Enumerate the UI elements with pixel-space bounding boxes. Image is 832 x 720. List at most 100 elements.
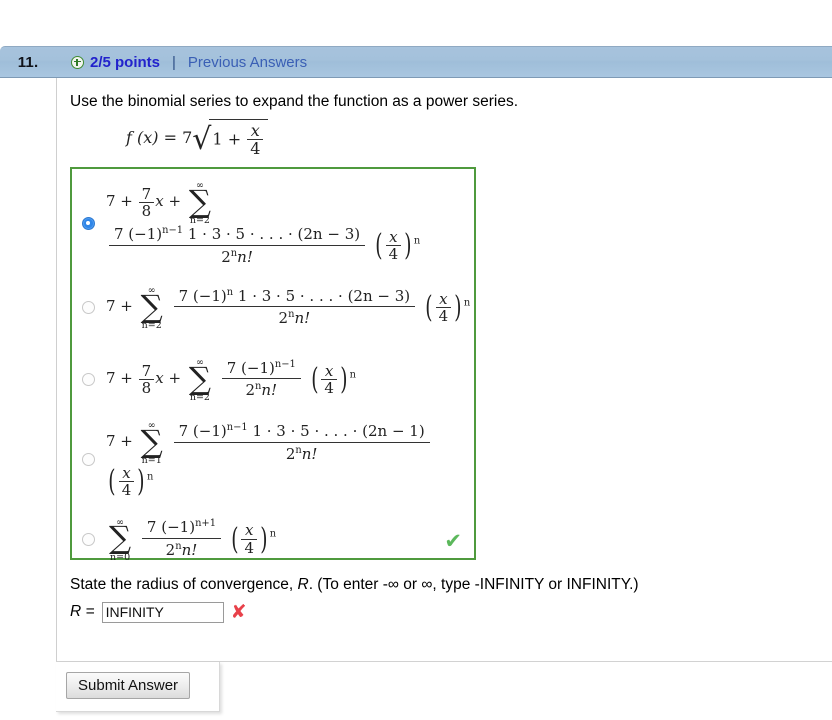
numerator-tail: 1 · 3 · 5 · . . . · (2n − 1)	[252, 421, 425, 440]
question-number: 11.	[17, 53, 39, 71]
left-paren: (	[425, 289, 433, 325]
summation-icon: ∞ ∑ n=2	[141, 286, 163, 330]
radius-instruction-part1: State the radius of convergence,	[70, 576, 298, 594]
tail-num: x	[245, 521, 254, 540]
choice-expression-1: 7 + 7 8 x + ∞ ∑ n=2 7 (−1)n−1 1 · 3 · 5 …	[104, 180, 474, 266]
radius-answer-row: R = ✘	[70, 601, 832, 623]
choice-row[interactable]: 7 + 7 8 x + ∞ ∑ n=2 7 (−1)n−1 2nn! (x 4…	[72, 343, 474, 415]
choice-tail-term: (x 4) n	[106, 465, 153, 499]
denominator-tail: n!	[294, 309, 311, 328]
lead-frac-den: 8	[138, 202, 155, 219]
right-paren: )	[260, 521, 268, 557]
page-top-spacer	[0, 0, 832, 46]
radio-button-choice-4[interactable]	[81, 452, 95, 466]
previous-answers-link[interactable]: Previous Answers	[188, 54, 307, 71]
tail-exponent: n	[349, 369, 356, 381]
radius-label: R =	[70, 602, 95, 620]
summation-icon: ∞ ∑ n=0	[109, 518, 131, 562]
choice-main-fraction: 7 (−1)n−1 1 · 3 · 5 · . . . · (2n − 3) 2…	[109, 224, 366, 267]
denominator-base: 2	[221, 247, 231, 266]
choice-expression-5: ∞ ∑ n=0 7 (−1)n+1 2nn! (x 4) n	[104, 517, 277, 562]
choice-row[interactable]: 7 + 7 8 x + ∞ ∑ n=2 7 (−1)n−1 1 · 3 · 5 …	[72, 175, 474, 271]
radio-button-choice-2[interactable]	[81, 300, 95, 314]
tail-den: 4	[241, 538, 258, 556]
numerator-base: 7 (−1)	[178, 421, 227, 440]
left-paren: (	[375, 228, 383, 264]
radio-button-choice-3[interactable]	[81, 372, 95, 386]
red-x-icon: ✘	[230, 600, 247, 623]
radicand-frac-denominator: 4	[247, 139, 264, 157]
lead-frac-num: 7	[141, 184, 152, 203]
question-prompt: Use the binomial series to expand the fu…	[70, 93, 519, 110]
numerator-base: 7 (−1)	[114, 224, 163, 243]
denominator-tail: n!	[301, 444, 318, 463]
left-paren: (	[230, 521, 239, 557]
green-checkmark-icon: ✔	[444, 529, 462, 554]
radio-button-choice-5[interactable]	[81, 532, 95, 546]
radio-button-choice-1[interactable]	[81, 216, 95, 230]
choice-main-fraction: 7 (−1)n−1 2nn!	[221, 359, 301, 401]
tail-fraction: x4	[241, 521, 258, 556]
points-label: 2/5 points	[90, 53, 161, 71]
choice-radio-cell[interactable]	[72, 216, 104, 230]
denominator-base: 2	[285, 444, 296, 463]
numerator-base: 7 (−1)	[178, 286, 227, 305]
question-content: Use the binomial series to expand the fu…	[57, 78, 832, 661]
tail-fraction: x4	[435, 290, 452, 324]
choice-row[interactable]: 7 + ∞ ∑ n=2 7 (−1)n 1 · 3 · 5 · . . . · …	[72, 271, 474, 343]
numerator-exponent: n−1	[226, 421, 248, 433]
radicand-frac-numerator: x	[250, 120, 260, 140]
radius-of-convergence-block: State the radius of convergence, R. (To …	[70, 574, 832, 623]
choice-row[interactable]: ∞ ∑ n=0 7 (−1)n+1 2nn! (x 4) n	[72, 503, 474, 575]
square-root-icon: √1 + x 4	[192, 118, 269, 157]
choice-radio-cell[interactable]	[72, 532, 104, 546]
lead-variable: x	[155, 369, 164, 388]
submit-answer-button[interactable]: Submit Answer	[66, 672, 191, 699]
fraction-denominator: 2nn!	[221, 378, 301, 400]
left-gutter	[0, 78, 57, 661]
fraction-denominator: 2nn!	[141, 538, 221, 560]
fraction-numerator: 7 (−1)n 1 · 3 · 5 · . . . · (2n − 3)	[174, 287, 416, 307]
choice-lead-fraction: 7 8	[138, 184, 155, 219]
numerator-exponent: n−1	[274, 358, 296, 370]
tail-den: 4	[118, 480, 135, 498]
sigma-lower-limit: n=2	[141, 320, 162, 332]
fraction-numerator: 7 (−1)n+1	[142, 518, 221, 538]
choice-radio-cell[interactable]	[72, 372, 104, 386]
numerator-base: 7 (−1)	[226, 358, 275, 377]
tail-num: x	[324, 361, 334, 380]
function-coefficient: 7	[182, 127, 193, 147]
choice-main-fraction: 7 (−1)n+1 2nn!	[141, 518, 221, 560]
choice-radio-cell[interactable]	[72, 452, 104, 466]
header-divider: |	[172, 53, 176, 71]
choice-plus: +	[168, 192, 182, 211]
sigma-lower-limit: n=0	[110, 551, 131, 563]
denominator-base: 2	[278, 309, 289, 328]
radicand-fraction: x 4	[247, 120, 264, 157]
numerator-base: 7 (−1)	[146, 518, 196, 537]
choice-leading: 7 +	[106, 192, 133, 211]
left-paren: (	[310, 361, 319, 397]
plus-circle-icon[interactable]	[71, 55, 84, 69]
lead-variable: x	[155, 192, 164, 211]
choice-radio-cell[interactable]	[72, 300, 104, 314]
sigma-glyph: ∑	[140, 423, 163, 460]
lead-frac-num: 7	[141, 361, 152, 380]
radius-input[interactable]	[101, 601, 224, 623]
radius-instruction-variable: R	[297, 576, 309, 594]
fraction-denominator: 2nn!	[173, 306, 416, 328]
choice-row[interactable]: 7 + ∞ ∑ n=1 7 (−1)n−1 1 · 3 · 5 · . . . …	[72, 415, 474, 503]
denominator-tail: n!	[261, 381, 278, 400]
fraction-denominator: 2nn!	[173, 441, 430, 464]
summation-icon: ∞ ∑ n=2	[189, 181, 211, 225]
choice-tail-term: (x 4) n	[373, 227, 421, 264]
numerator-exponent: n	[226, 286, 234, 298]
choice-expression-3: 7 + 7 8 x + ∞ ∑ n=2 7 (−1)n−1 2nn! (x 4…	[104, 357, 356, 402]
fraction-numerator: 7 (−1)n−1	[222, 359, 301, 379]
choice-tail-term: (x 4) n	[229, 521, 277, 557]
tail-exponent: n	[413, 235, 421, 247]
tail-exponent: n	[269, 529, 277, 541]
numerator-exponent: n−1	[162, 224, 184, 236]
tail-num: x	[389, 227, 398, 246]
choice-tail-term: (x 4) n	[423, 289, 470, 325]
